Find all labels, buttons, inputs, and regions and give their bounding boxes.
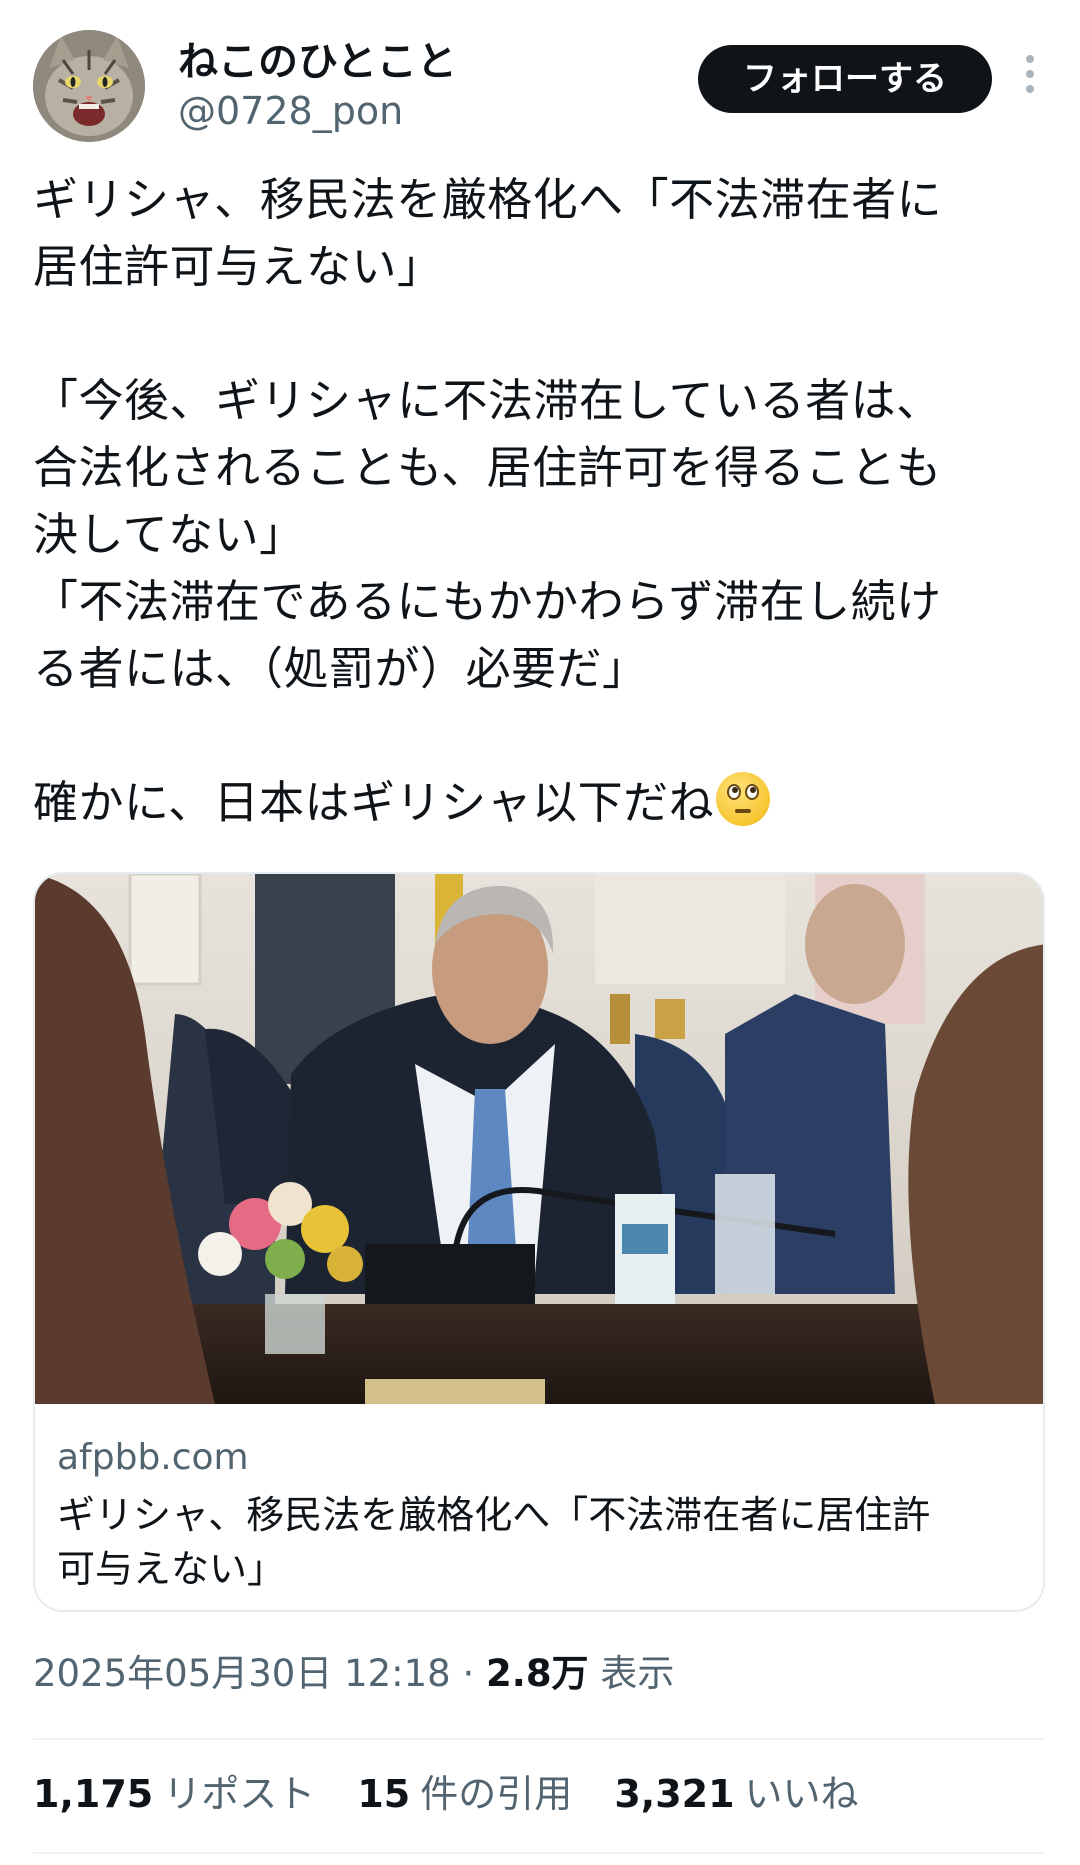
face-with-rolling-eyes-icon [716, 772, 771, 826]
tweet-line-last: 確かに、日本はギリシャ以下だね [33, 769, 1053, 836]
likes-count: 3,321 [614, 1772, 735, 1816]
tweet-line: 決してない」 [33, 508, 305, 561]
display-name[interactable]: ねこのひとこと [178, 38, 457, 86]
quotes-count: 15 [357, 1772, 411, 1816]
tweet-line: 居住許可与えない」 [33, 240, 443, 293]
card-title[interactable]: ギリシャ、移民法を厳格化へ「不法滞在者に居住許 可与えない」 [57, 1488, 1017, 1596]
dot [1026, 70, 1034, 78]
timestamp[interactable]: 2025年05月30日 12:18 [33, 1652, 451, 1695]
tweet-stats: 1,175 リポスト 15 件の引用 3,321 いいね [33, 1770, 889, 1818]
tweet-header: ねこのひとこと @0728_pon フォローする [33, 30, 1047, 142]
tweet-line: る者には、（処罰が）必要だ」 [33, 642, 648, 695]
follow-button[interactable]: フォローする [698, 45, 992, 113]
quotes-stat[interactable]: 15 件の引用 [357, 1770, 572, 1818]
card-title-line: 可与えない」 [57, 1547, 286, 1591]
cat-avatar-icon[interactable] [33, 30, 145, 142]
tweet-line: 「今後、ギリシャに不法滞在している者は、 [33, 374, 942, 427]
divider [33, 1738, 1045, 1740]
quotes-label: 件の引用 [420, 1772, 573, 1816]
tweet-line: ギリシャ、移民法を厳格化へ「不法滞在者に [33, 173, 943, 226]
card-domain: afpbb.com [57, 1437, 249, 1478]
reposts-label: リポスト [163, 1772, 316, 1816]
likes-stat[interactable]: 3,321 いいね [614, 1770, 858, 1818]
tweet-line-text: 確かに、日本はギリシャ以下だね [33, 776, 715, 829]
tweet-meta: 2025年05月30日 12:18 · 2.8万 表示 [33, 1650, 674, 1698]
card-title-line: ギリシャ、移民法を厳格化へ「不法滞在者に居住許 [57, 1493, 931, 1537]
user-names: ねこのひとこと @0728_pon [178, 38, 457, 136]
meta-separator: · [462, 1652, 475, 1695]
user-handle[interactable]: @0728_pon [178, 86, 457, 136]
tweet-text: ギリシャ、移民法を厳格化へ「不法滞在者に 居住許可与えない」 「今後、ギリシャに… [33, 166, 1053, 836]
divider [33, 1852, 1045, 1854]
tweet-line: 合法化されることも、居住許可を得ることも [33, 441, 942, 494]
more-vertical-icon[interactable] [1013, 48, 1047, 108]
tweet-line: 「不法滞在であるにもかかわらず滞在し続け [33, 575, 942, 628]
link-preview-card[interactable]: afpbb.com ギリシャ、移民法を厳格化へ「不法滞在者に居住許 可与えない」 [33, 872, 1045, 1612]
likes-label: いいね [744, 1772, 859, 1816]
views-count: 2.8万 [486, 1652, 589, 1695]
dot [1026, 55, 1034, 63]
card-body[interactable]: afpbb.com ギリシャ、移民法を厳格化へ「不法滞在者に居住許 可与えない」 [57, 1436, 1017, 1596]
dot [1026, 85, 1034, 93]
reposts-stat[interactable]: 1,175 リポスト [33, 1770, 315, 1818]
reposts-count: 1,175 [33, 1772, 154, 1816]
views-label: 表示 [600, 1652, 675, 1695]
news-photo [35, 874, 1043, 1404]
